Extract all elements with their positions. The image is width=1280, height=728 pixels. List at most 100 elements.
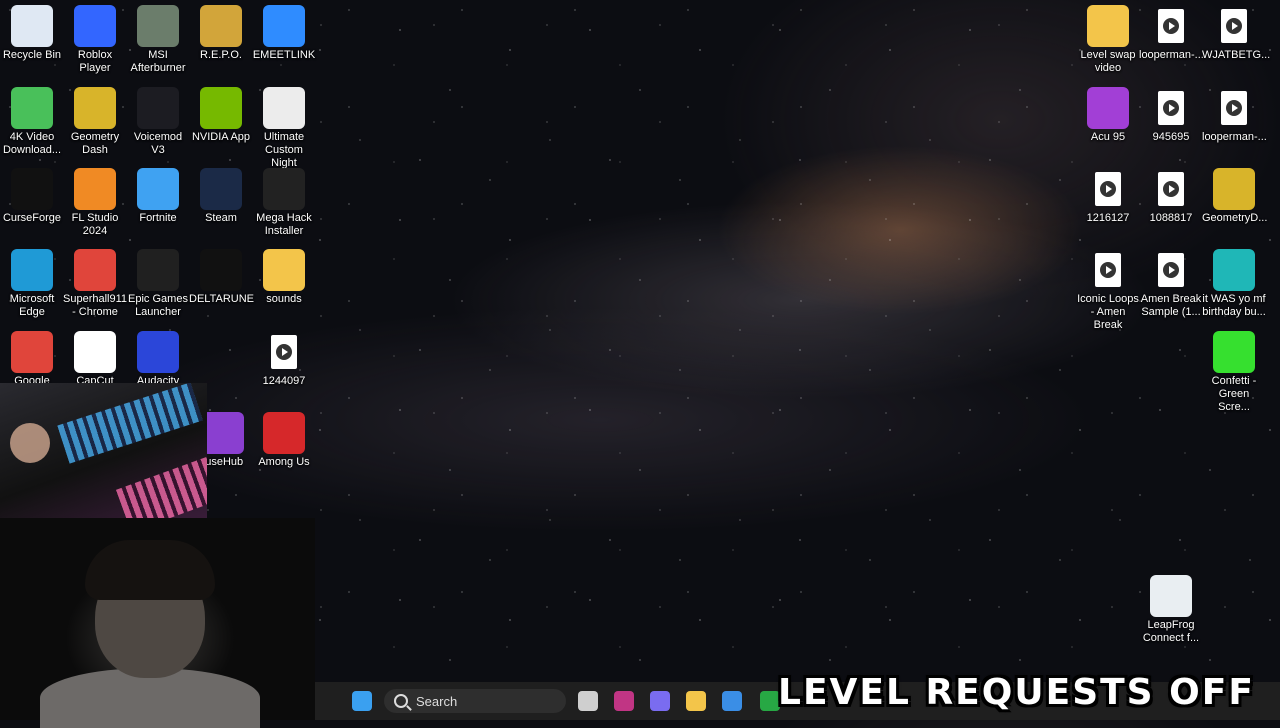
desktop-icon[interactable]: Among Us [252,412,316,488]
desktop-icon-label: GeometryD... [1202,212,1268,224]
desktop-icon-label: looperman-... [1202,131,1267,143]
desktop-icon-label: LeapFrog Connect f... [1142,619,1200,644]
desktop-icon[interactable]: Microsoft Edge [0,249,64,325]
task-view-icon[interactable] [578,691,598,711]
chrome-icon [74,249,116,291]
desktop-icon[interactable]: Level swap video [1076,5,1140,81]
desktop-icon-label: WJATBETG... [1202,49,1271,61]
desktop-icon[interactable]: R.E.P.O. [189,5,253,81]
desktop-icon-label: Steam [205,212,237,224]
desktop-icon[interactable]: Recycle Bin [0,5,64,81]
desktop-icon[interactable]: looperman-... [1139,5,1204,81]
webcam-face-overlay [0,518,315,728]
fortnite-icon [137,168,179,210]
desktop-icon[interactable]: sounds [252,249,316,325]
desktop-icon[interactable]: Confetti - Green Scre... [1202,331,1266,413]
desktop-icon[interactable]: Epic Games Launcher [126,249,190,325]
desktop-icon-label: Among Us [258,456,310,468]
desktop-icon-label: Level swap video [1080,49,1136,74]
file-explorer-icon[interactable] [686,691,706,711]
repo-icon [200,5,242,47]
desktop-icon[interactable]: Roblox Player [63,5,127,81]
taskbar-search[interactable]: Search [384,689,566,713]
desktop-icon[interactable]: WJATBETG... [1202,5,1271,81]
desktop-icon[interactable]: Iconic Loops - Amen Break [1076,249,1140,331]
desktop-icon[interactable]: 945695 [1139,87,1203,163]
4k-video-downloader-icon [11,87,53,129]
desktop-icon[interactable]: NVIDIA App [189,87,253,163]
desktop-icon-label: Amen Break Sample (1... [1140,293,1202,318]
play-icon [1163,100,1179,116]
desktop-icon-label: Epic Games Launcher [128,293,188,318]
desktop-icon-label: 4K Video Download... [2,131,62,156]
microsoft-store-icon[interactable] [722,691,742,711]
desktop-icon-label: MSI Afterburner [130,49,186,74]
windows-start-icon[interactable] [352,691,372,711]
desktop-icon-label: CurseForge [2,212,62,224]
desktop-icon-label: 1088817 [1149,212,1193,224]
desktop-icon[interactable]: 1088817 [1139,168,1203,244]
desktop-icon[interactable]: looperman-... [1202,87,1267,163]
desktop-icon[interactable]: Superhall911 - Chrome [63,249,127,325]
desktop-icon-label: NVIDIA App [191,131,251,143]
audacity-icon [137,331,179,373]
desktop-icon[interactable]: EMEETLINK [252,5,316,81]
desktop-icon-label: Recycle Bin [2,49,62,61]
desktop-icon-label: Acu 95 [1090,131,1126,143]
among-us-icon [263,412,305,454]
desktop-icon-label: 1216127 [1086,212,1130,224]
desktop-icon-label: looperman-... [1139,49,1204,61]
desktop-icon[interactable]: Geometry Dash [63,87,127,163]
keyboard-lights-blue [57,383,203,464]
desktop-icon[interactable]: 1244097 [252,331,316,407]
desktop-icon[interactable]: Steam [189,168,253,244]
curseforge-icon [11,168,53,210]
copilot-icon[interactable] [650,691,670,711]
desktop-icon-label: Geometry Dash [70,131,120,156]
google-chrome-icon [11,331,53,373]
desktop-icon[interactable]: DELTARUNE [189,249,254,325]
desktop-icon[interactable]: 1216127 [1076,168,1140,244]
msi-afterburner-icon [137,5,179,47]
desktop-icon[interactable]: CurseForge [0,168,64,244]
desktop-icon-label: Ultimate Custom Night [263,131,305,169]
search-icon [394,694,408,708]
desktop-icon-label: R.E.P.O. [200,49,242,61]
desktop-icon-label: DELTARUNE [189,293,254,305]
media-file-icon [1221,91,1247,125]
play-icon [1163,262,1179,278]
desktop-icon-label: Microsoft Edge [9,293,55,318]
xbox-icon[interactable] [760,691,780,711]
recycle-bin-icon [11,5,53,47]
desktop-icon[interactable]: Voicemod V3 [126,87,190,163]
desktop-icon[interactable]: Amen Break Sample (1... [1139,249,1203,325]
mega-hack-icon [263,168,305,210]
hand [10,423,50,463]
voicemod-icon [137,87,179,129]
desktop-icon[interactable]: MSI Afterburner [126,5,190,81]
media-file-icon [1095,172,1121,206]
level-requests-overlay: LEVEL REQUESTS OFF [778,672,1255,713]
desktop-icon-label: 1244097 [262,375,306,387]
folder-icon [263,249,305,291]
instagram-icon[interactable] [614,691,634,711]
keyboard-lights-pink [115,448,207,520]
play-icon [1100,181,1116,197]
desktop-icon[interactable]: LeapFrog Connect f... [1139,575,1203,651]
play-icon [1226,18,1242,34]
desktop-icon[interactable]: Mega Hack Installer [252,168,316,244]
play-icon [1163,181,1179,197]
play-icon [276,344,292,360]
roblox-icon [74,5,116,47]
desktop-icon[interactable]: Fortnite [126,168,190,244]
desktop-icon-label: EMEETLINK [252,49,316,61]
desktop-icon[interactable]: Ultimate Custom Night [252,87,316,169]
geometry-dash-icon [74,87,116,129]
desktop-icon[interactable]: 4K Video Download... [0,87,64,163]
video-file-icon [1213,331,1255,373]
desktop-icon[interactable]: FL Studio 2024 [63,168,127,244]
desktop-icon[interactable]: GeometryD... [1202,168,1268,244]
desktop-icon[interactable]: it WAS yo mf birthday bu... [1202,249,1266,325]
desktop-icon[interactable]: Acu 95 [1076,87,1140,163]
edge-icon [11,249,53,291]
